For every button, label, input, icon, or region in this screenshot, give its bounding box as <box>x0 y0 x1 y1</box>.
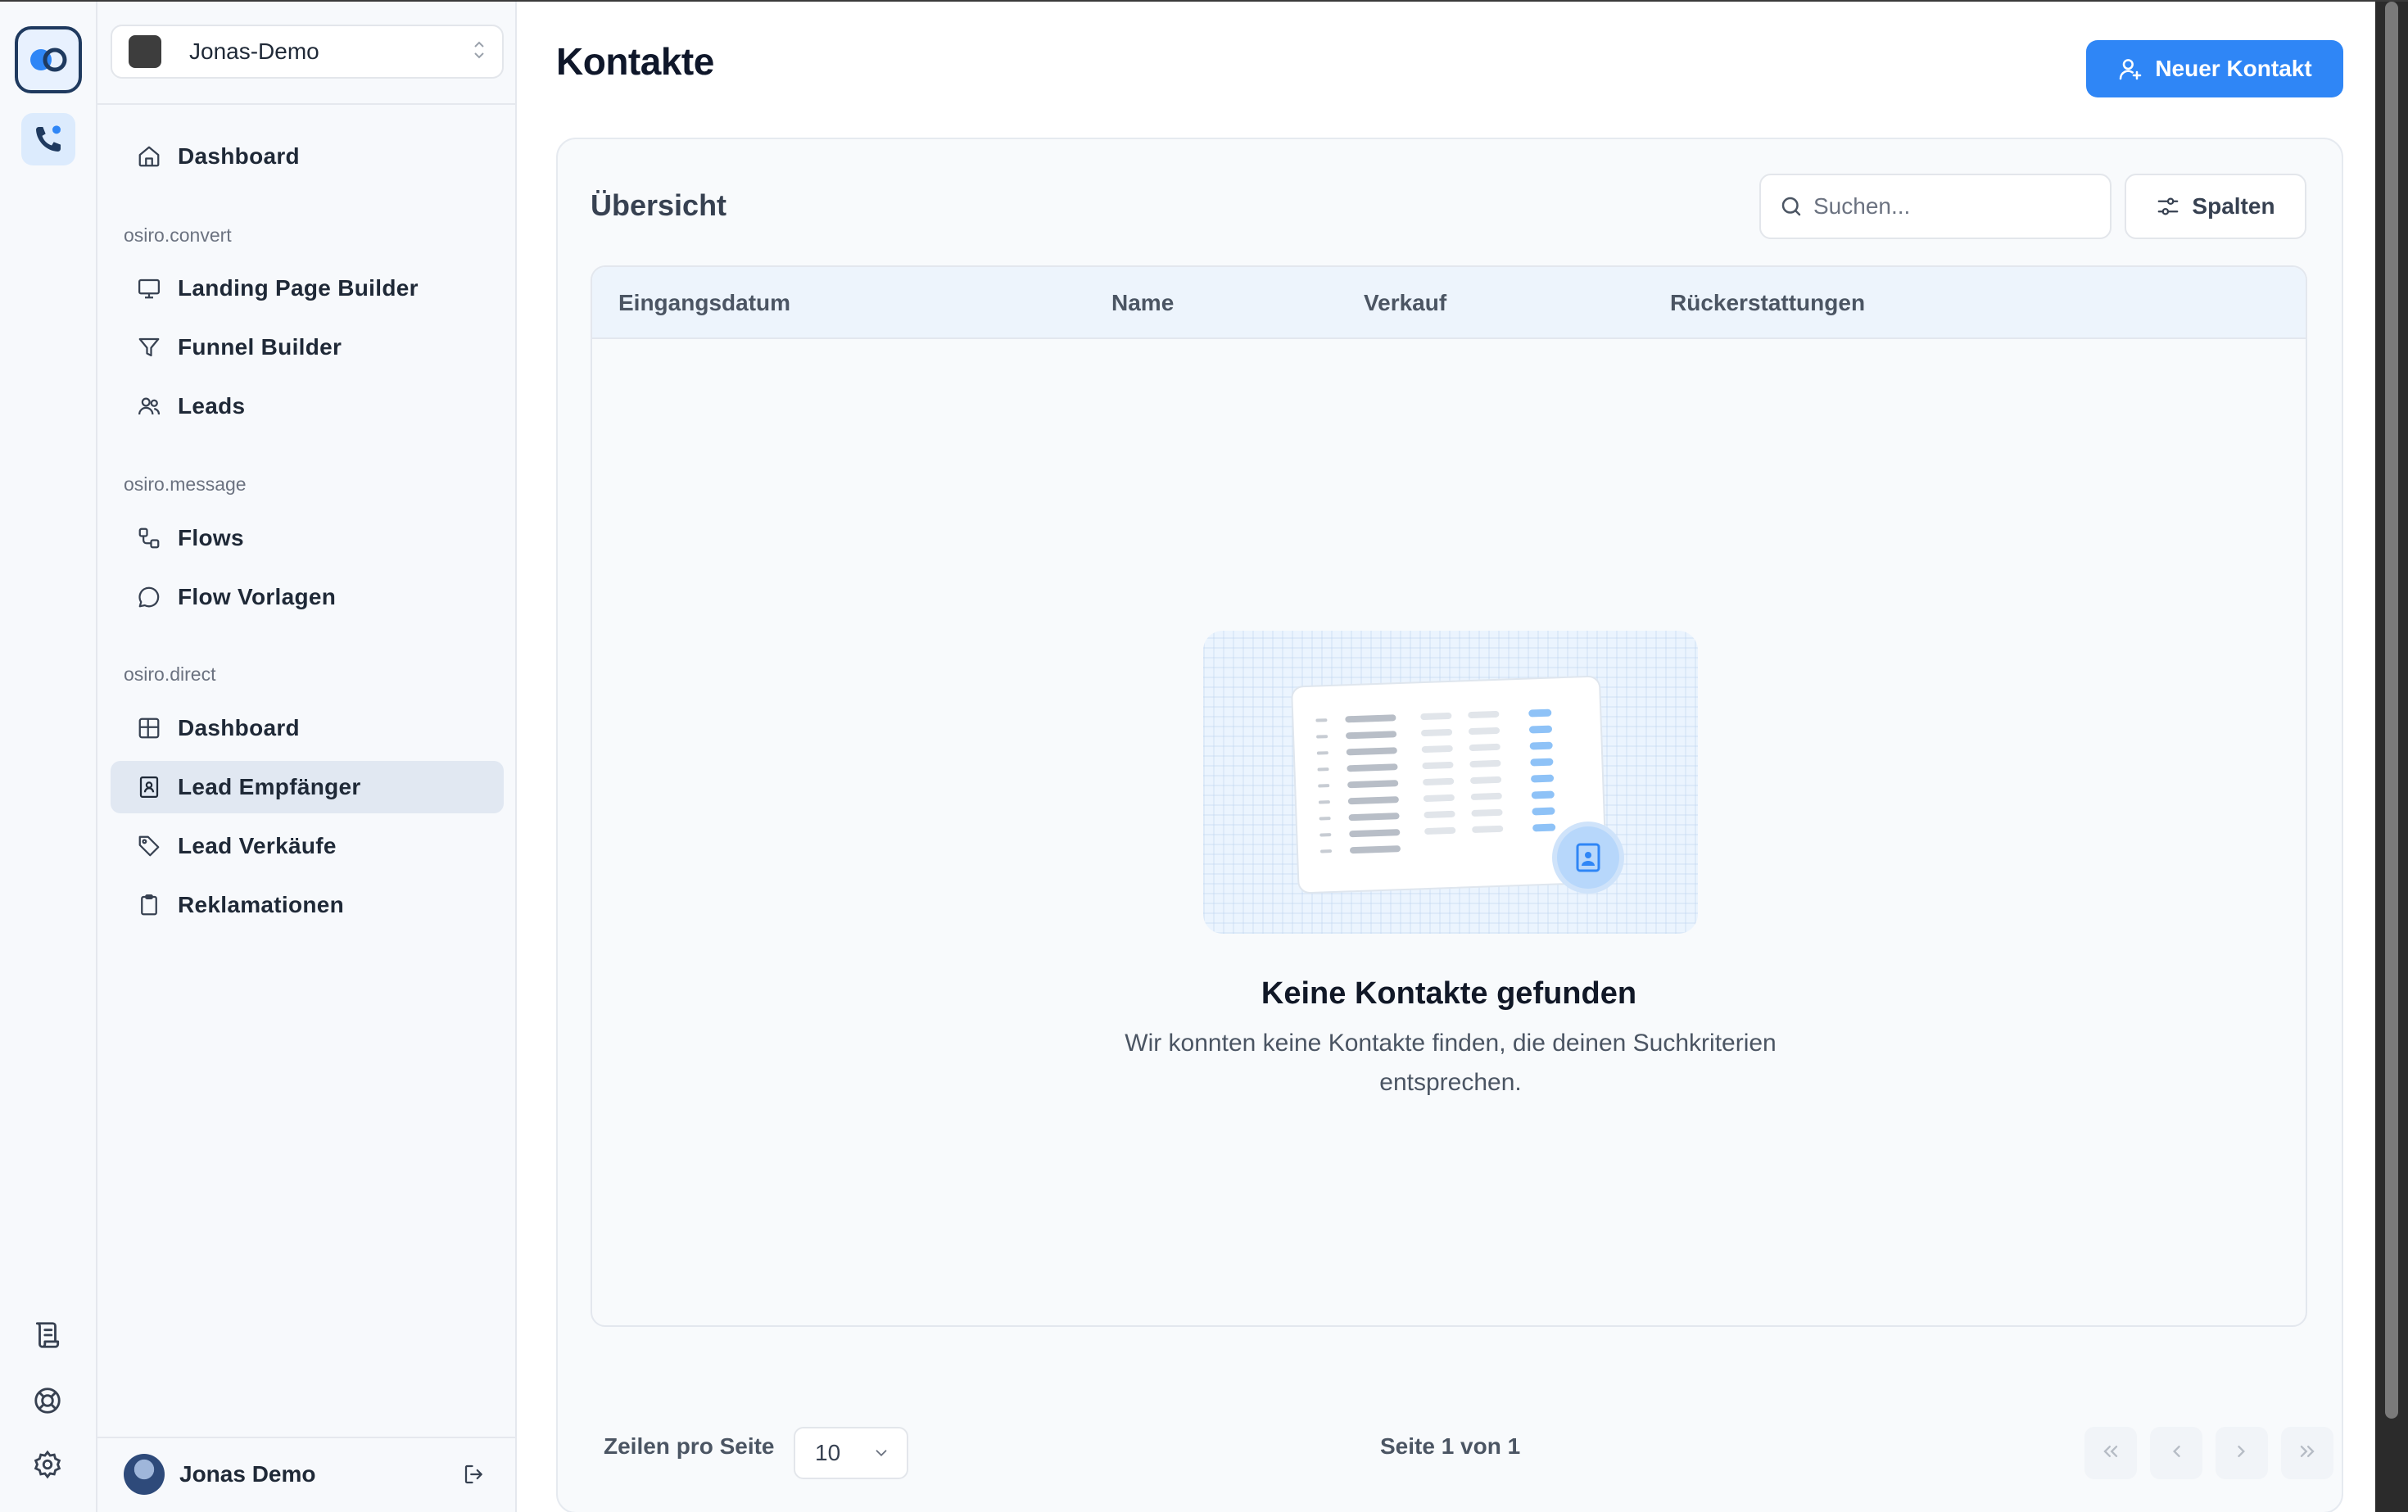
sidebar-item-label: Flows <box>178 525 244 550</box>
users-icon <box>135 392 163 420</box>
sidebar-item-landing-page-builder[interactable]: Landing Page Builder <box>111 262 504 315</box>
app-rail <box>0 2 97 1512</box>
empty-state-text: Wir konnten keine Kontakte finden, die d… <box>1125 1030 1777 1096</box>
rows-per-page-label: Zeilen pro Seite <box>604 1433 775 1459</box>
logout-icon[interactable] <box>458 1458 491 1491</box>
avatar <box>124 1454 165 1495</box>
empty-state-illustration <box>1203 631 1698 934</box>
sidebar-item-funnel-builder[interactable]: Funnel Builder <box>111 321 504 373</box>
sidebar-item-label: Lead Empfänger <box>178 774 361 799</box>
phone-app-icon[interactable] <box>21 113 75 165</box>
sidebar-item-label: Reklamationen <box>178 892 345 917</box>
user-plus-icon <box>2117 56 2143 82</box>
first-page-button[interactable] <box>2084 1427 2137 1479</box>
search-input[interactable] <box>1813 193 2092 220</box>
search-icon <box>1779 194 1804 219</box>
new-contact-label: Neuer Kontakt <box>2155 56 2312 81</box>
previous-page-button[interactable] <box>2150 1427 2202 1479</box>
chevron-left-icon <box>2165 1440 2188 1467</box>
main-content: Kontakte Neuer Kontakt Übersicht Spalten… <box>518 2 2375 1512</box>
flow-icon <box>135 524 163 552</box>
sidebar-item-reklamationen[interactable]: Reklamationen <box>111 879 504 931</box>
sidebar-divider <box>97 103 515 105</box>
user-profile[interactable]: Jonas Demo <box>97 1437 515 1510</box>
contact-book-icon <box>135 773 163 801</box>
clipboard-icon <box>135 891 163 919</box>
sidebar-item-label: Flow Vorlagen <box>178 584 337 609</box>
lifebuoy-icon[interactable] <box>29 1383 66 1419</box>
last-page-button[interactable] <box>2281 1427 2333 1479</box>
chat-bubble-icon <box>135 583 163 611</box>
chevron-up-down-icon <box>473 39 486 64</box>
sidebar-item-label: Funnel Builder <box>178 334 342 360</box>
contacts-card: Übersicht Spalten Eingangsdatum Name Ver… <box>556 138 2343 1512</box>
sidebar-item-lead-empfaenger[interactable]: Lead Empfänger <box>111 761 504 813</box>
section-label-direct: osiro.direct <box>124 663 216 685</box>
sidebar-item-label: Lead Verkäufe <box>178 833 337 858</box>
user-name: Jonas Demo <box>179 1461 316 1487</box>
columns-label: Spalten <box>2192 193 2275 219</box>
page-scrollbar[interactable] <box>2375 2 2408 1512</box>
sidebar-item-flow-vorlagen[interactable]: Flow Vorlagen <box>111 571 504 623</box>
gear-icon[interactable] <box>29 1446 66 1483</box>
section-label-convert: osiro.convert <box>124 224 232 246</box>
workspace-name: Jonas-Demo <box>189 38 319 64</box>
page-title: Kontakte <box>556 40 714 83</box>
empty-state-title: Keine Kontakte gefunden <box>1261 976 1637 1011</box>
sidebar-item-label: Dashboard <box>178 143 300 169</box>
chevrons-right-icon <box>2296 1440 2319 1467</box>
sidebar-item-dashboard[interactable]: Dashboard <box>111 130 504 183</box>
sidebar-item-leads[interactable]: Leads <box>111 380 504 432</box>
scrollbar-thumb[interactable] <box>2385 2 2398 1419</box>
sidebar: Jonas-Demo Dashboard osiro.convert Landi… <box>97 2 517 1512</box>
section-label-message: osiro.message <box>124 473 247 495</box>
home-icon <box>135 143 163 170</box>
sidebar-item-label: Leads <box>178 393 246 419</box>
card-title: Übersicht <box>591 188 727 222</box>
chevron-down-icon <box>872 1444 890 1462</box>
rows-per-page-select[interactable]: 10 <box>794 1427 908 1479</box>
column-header-name[interactable]: Name <box>1111 290 1174 316</box>
next-page-button[interactable] <box>2216 1427 2268 1479</box>
column-header-eingangsdatum[interactable]: Eingangsdatum <box>618 290 790 316</box>
grid-icon <box>135 714 163 742</box>
filter-icon <box>135 333 163 361</box>
tag-icon <box>135 832 163 860</box>
column-header-rueckerstattungen[interactable]: Rückerstattungen <box>1670 290 1865 316</box>
sliders-icon <box>2156 194 2180 219</box>
rows-per-page-value: 10 <box>815 1440 841 1465</box>
column-header-verkauf[interactable]: Verkauf <box>1364 290 1446 316</box>
columns-button[interactable]: Spalten <box>2125 174 2306 239</box>
workspace-avatar <box>129 35 161 68</box>
sidebar-item-direct-dashboard[interactable]: Dashboard <box>111 702 504 754</box>
new-contact-button[interactable]: Neuer Kontakt <box>2086 40 2343 97</box>
sidebar-item-label: Dashboard <box>178 715 300 740</box>
app-logo-icon[interactable] <box>15 26 82 93</box>
table-header: Eingangsdatum Name Verkauf Rückerstattun… <box>592 267 2306 339</box>
sidebar-item-lead-verkaeufe[interactable]: Lead Verkäufe <box>111 820 504 872</box>
chevrons-left-icon <box>2099 1440 2122 1467</box>
sidebar-item-flows[interactable]: Flows <box>111 512 504 564</box>
search-box[interactable] <box>1759 174 2112 239</box>
workspace-switcher[interactable]: Jonas-Demo <box>111 25 504 79</box>
sidebar-item-label: Landing Page Builder <box>178 275 419 301</box>
chevron-right-icon <box>2230 1440 2253 1467</box>
monitor-icon <box>135 274 163 302</box>
page-info: Seite 1 von 1 <box>1380 1433 1521 1459</box>
scroll-doc-icon[interactable] <box>29 1317 66 1353</box>
contacts-table: Eingangsdatum Name Verkauf Rückerstattun… <box>591 265 2307 1327</box>
